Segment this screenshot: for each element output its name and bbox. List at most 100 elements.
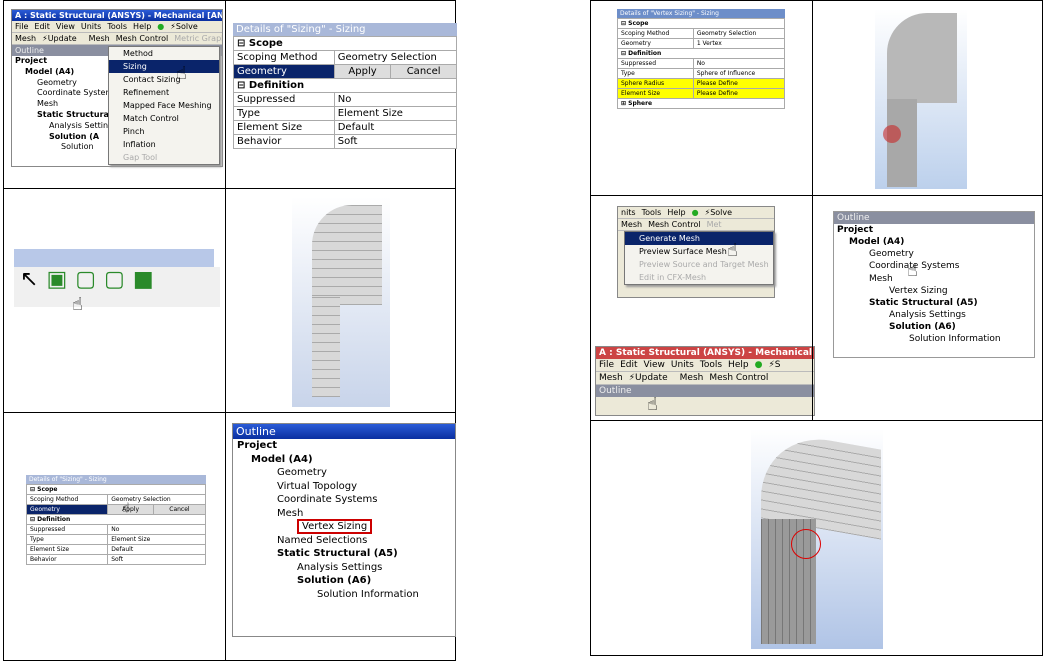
tree-geometry[interactable]: Geometry [237,466,455,480]
menu-inflation[interactable]: Inflation [109,138,219,151]
mesh-dropdown[interactable]: Mesh [89,34,110,43]
prop-value[interactable]: 1 Vertex [692,38,786,49]
tree-geometry[interactable]: Geometry [837,248,1034,260]
prop-value[interactable]: Sphere of Influence [692,68,786,79]
mesh-dropdown[interactable]: Mesh [680,373,704,383]
cancel-button[interactable]: Cancel [152,504,207,515]
menu-units[interactable]: Units [671,360,694,370]
apply-button[interactable]: Apply [107,504,154,515]
mesh-control-dropdown[interactable]: Mesh Control [648,220,701,229]
scope-heading: Scope [248,38,283,49]
prop-value[interactable]: No [107,524,206,535]
menu-tools[interactable]: Tools [700,360,722,370]
prop-value[interactable]: Geometry Selection [692,28,786,39]
prop-value[interactable]: Default [107,544,206,555]
prop-value[interactable]: Soft [107,554,206,565]
menu-help[interactable]: Help [133,22,151,31]
apply-button[interactable]: Apply [333,64,392,79]
select-vertex-icon[interactable]: ▣ [46,267,75,292]
tree-static-structural[interactable]: Static Structural (A5) [837,297,1034,309]
menu-edit[interactable]: Edit [34,22,50,31]
pointer-mode-icon[interactable]: ↖ [20,267,46,292]
prop-label: Type [25,534,109,545]
menu-preview-surface-mesh[interactable]: Preview Surface Mesh [625,245,773,258]
tree-vertex-sizing[interactable]: Vertex Sizing [297,519,373,534]
element-size-value[interactable]: Please Define [692,88,786,99]
tree-named-selections[interactable]: Named Selections [237,534,455,548]
scoping-method-value[interactable]: Geometry Selection [333,50,458,65]
check-icon[interactable]: ● [692,208,699,217]
sphere-of-influence-marker [883,125,901,143]
solve-button[interactable]: ⚡S [768,360,786,370]
menu-file[interactable]: File [15,22,28,31]
metric-button[interactable]: Met [707,220,722,229]
tree-coordinate-systems[interactable]: Coordinate Systems [837,260,1034,272]
menu-view[interactable]: View [56,22,75,31]
tree-vertex-sizing[interactable]: Vertex Sizing [837,285,1034,297]
tree-solution-information[interactable]: Solution Information [237,588,455,602]
mesh-control-dropdown[interactable]: Mesh Control [116,34,169,43]
tree-model[interactable]: Model (A4) [837,236,1034,248]
menu-tools[interactable]: Tools [642,208,662,217]
hand-cursor-icon: ☝ [647,394,658,415]
menu-match-control[interactable]: Match Control [109,112,219,125]
check-icon[interactable]: ● [157,22,164,31]
menu-units[interactable]: nits [621,208,636,217]
menu-edit-in-cfx-mesh[interactable]: Edit in CFX-Mesh [625,271,773,284]
tree-project[interactable]: Project [237,439,455,453]
menu-generate-mesh[interactable]: Generate Mesh [625,232,773,245]
prop-value[interactable]: No [333,92,458,107]
menu-sizing[interactable]: Sizing [109,60,219,73]
tree-mesh[interactable]: Mesh [237,507,455,521]
menu-file[interactable]: File [599,360,614,370]
update-button[interactable]: ⚡Update [42,34,83,43]
solve-button[interactable]: ⚡Solve [705,208,738,217]
tree-mesh[interactable]: Mesh [837,273,1034,285]
prop-label: Type [233,106,335,121]
update-button[interactable]: ⚡Update [629,373,674,383]
menu-mapped-face-meshing[interactable]: Mapped Face Meshing [109,99,219,112]
menu-edit[interactable]: Edit [620,360,637,370]
tree-analysis-settings[interactable]: Analysis Settings [837,309,1034,321]
menu-units[interactable]: Units [81,22,101,31]
menu-preview-source-target-mesh[interactable]: Preview Source and Target Mesh [625,258,773,271]
prop-value[interactable]: Soft [333,134,458,149]
menu-gap-tool[interactable]: Gap Tool [109,151,219,164]
menu-help[interactable]: Help [728,360,749,370]
menu-method[interactable]: Method [109,47,219,60]
metric-graph-button[interactable]: Metric Graph [174,34,222,43]
tree-project[interactable]: Project [837,224,1034,236]
bent-part-leg [312,297,340,397]
prop-value[interactable]: Element Size [333,106,458,121]
menu-view[interactable]: View [644,360,665,370]
menu-contact-sizing[interactable]: Contact Sizing [109,73,219,86]
tree-analysis-settings[interactable]: Analysis Settings [237,561,455,575]
check-icon[interactable]: ● [755,360,763,370]
mesh-dropdown[interactable]: Mesh [621,220,642,229]
prop-value[interactable]: No [692,58,786,69]
select-face-icon[interactable]: ▢ [104,267,133,292]
select-body-icon[interactable]: ■ [133,267,162,292]
tree-virtual-topology[interactable]: Virtual Topology [237,480,455,494]
prop-value[interactable]: Default [333,120,458,135]
mesh-control-dropdown[interactable]: Mesh Control [709,373,768,383]
menu-refinement[interactable]: Refinement [109,86,219,99]
tree-solution-information[interactable]: Solution Information [837,333,1034,345]
tree-coordinate-systems[interactable]: Coordinate Systems [237,493,455,507]
prop-label: Element Size [25,544,109,555]
menu-tools[interactable]: Tools [107,22,127,31]
mesh-label: Mesh [599,373,623,383]
tree-static-structural[interactable]: Static Structural (A5) [237,547,455,561]
menu-pinch[interactable]: Pinch [109,125,219,138]
select-edge-icon[interactable]: ▢ [75,267,104,292]
sphere-radius-value[interactable]: Please Define [692,78,786,89]
selection-toolbar: ↖▣▢▢■ [14,267,220,307]
prop-value[interactable]: Element Size [107,534,206,545]
tree-model[interactable]: Model (A4) [237,453,455,467]
tree-solution[interactable]: Solution (A6) [237,574,455,588]
tree-solution[interactable]: Solution (A6) [837,321,1034,333]
cancel-button[interactable]: Cancel [390,64,457,79]
mesh-control-menu: Method Sizing Contact Sizing Refinement … [108,46,220,165]
menu-help[interactable]: Help [667,208,685,217]
solve-button[interactable]: ⚡Solve [170,22,203,31]
